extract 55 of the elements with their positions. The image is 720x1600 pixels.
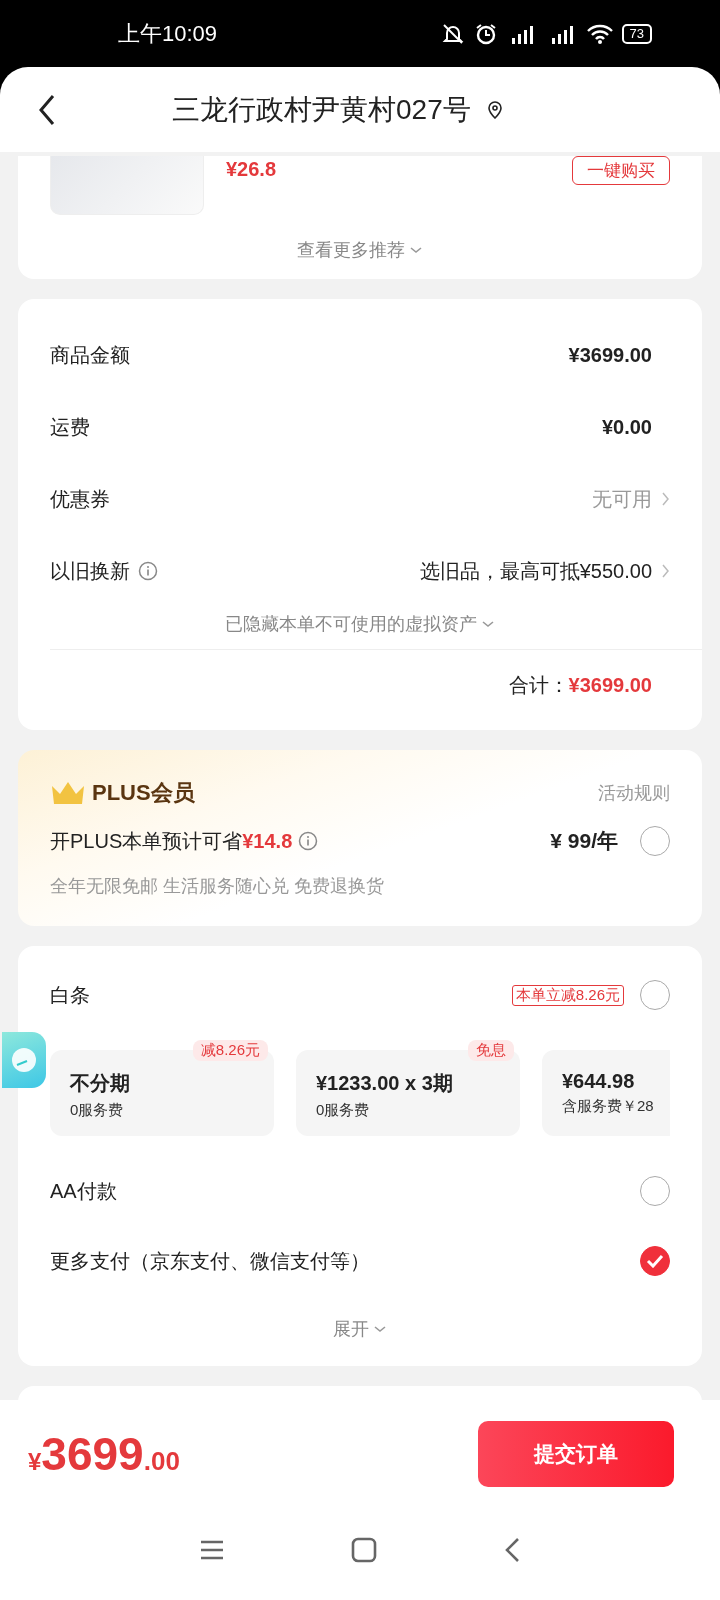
plus-price: ¥ 99/年: [550, 828, 618, 855]
floating-app-icon[interactable]: [2, 1032, 46, 1089]
order-total-price: ¥3699.00: [28, 1426, 180, 1481]
expand-toggle[interactable]: 展开: [327, 1316, 393, 1343]
crown-icon: [50, 780, 86, 807]
row-value: ¥3699.00: [568, 343, 652, 367]
row-value[interactable]: 选旧品，最高可抵¥550.00: [419, 557, 652, 585]
total-amount: ¥3699.00: [568, 673, 652, 697]
back-icon[interactable]: [38, 93, 56, 126]
buy-now-button[interactable]: 一键购买: [572, 156, 670, 186]
product-price: ¥26.8: [226, 158, 277, 182]
row-label: 商品金额: [50, 342, 130, 368]
plan-tag: 减8.26元: [192, 1040, 268, 1062]
installment-plan-card[interactable]: ¥644.98 含服务费￥28: [542, 1050, 670, 1137]
discount-tag: 本单立减8.26元: [511, 984, 624, 1006]
payment-option-label: 白条: [50, 982, 90, 1008]
info-icon[interactable]: [138, 561, 158, 582]
plan-title: ¥644.98: [562, 1070, 636, 1094]
check-icon: [646, 1254, 664, 1269]
status-time: 上午10:09: [118, 19, 218, 48]
plan-title: 不分期: [70, 1071, 131, 1097]
row-label: 运费: [50, 414, 90, 440]
chevron-right-icon: [660, 491, 670, 508]
radio-button[interactable]: [640, 1246, 670, 1277]
plus-offer-text: 开PLUS本单预计可省: [50, 828, 243, 854]
row-label: 以旧换新: [50, 558, 130, 584]
chevron-right-icon: [660, 563, 670, 580]
plus-title: PLUS会员: [92, 779, 195, 808]
plan-fee: 0服务费: [316, 1101, 371, 1121]
see-more-link[interactable]: 查看更多推荐: [291, 237, 429, 264]
chevron-down-icon: [481, 620, 495, 629]
wifi-icon: [585, 23, 614, 44]
row-value[interactable]: 无可用: [592, 485, 652, 513]
address-title[interactable]: 三龙行政村尹黄村027号: [172, 90, 471, 129]
info-icon[interactable]: [298, 831, 319, 852]
plus-perks: 全年无限免邮 生活服务随心兑 免费退换货: [50, 875, 385, 899]
chevron-down-icon: [409, 246, 423, 255]
total-label: 合计：: [508, 672, 569, 698]
menu-icon[interactable]: [199, 1538, 225, 1561]
location-pin-icon: [486, 100, 503, 119]
row-value: ¥0.00: [601, 415, 652, 439]
row-label: 优惠券: [50, 486, 110, 512]
payment-option-label: 更多支付（京东支付、微信支付等）: [50, 1248, 370, 1274]
plan-fee: 含服务费￥28: [562, 1097, 655, 1117]
home-square-icon[interactable]: [351, 1536, 377, 1563]
chevron-down-icon: [373, 1325, 387, 1334]
plan-fee: 0服务费: [70, 1101, 125, 1121]
hidden-assets-toggle[interactable]: 已隐藏本单不可使用的虚拟资产: [219, 611, 501, 638]
submit-order-button[interactable]: 提交订单: [478, 1420, 674, 1487]
plan-title: ¥1233.00 x 3期: [316, 1071, 454, 1097]
rules-link[interactable]: 活动规则: [598, 781, 670, 806]
battery-indicator: 73: [621, 23, 652, 44]
plus-saving-amount: ¥14.8: [242, 829, 293, 853]
plan-tag: 免息: [468, 1040, 514, 1062]
payment-option-label: AA付款: [50, 1178, 117, 1204]
